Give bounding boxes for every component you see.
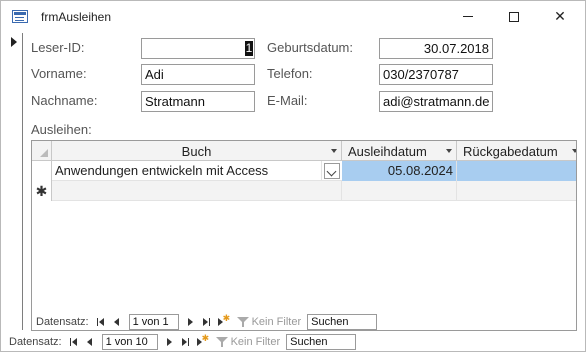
subform-record-counter[interactable]: 1 von 1 (128, 314, 179, 330)
row-selector[interactable] (32, 161, 52, 181)
column-header-buch[interactable]: Buch (52, 141, 342, 161)
new-record-button-icon[interactable] (217, 313, 230, 329)
subform-nav-label: Datensatz: (36, 316, 89, 328)
main-navigation-bar: Datensatz: 1 von 10 Kein Filter Suchen (9, 333, 357, 351)
leser-id-label: Leser-ID: (31, 40, 85, 55)
vorname-label: Vorname: (31, 66, 87, 81)
geburtsdatum-field[interactable]: 30.07.2018 (379, 38, 493, 59)
main-filter-toggle[interactable]: Kein Filter (215, 336, 280, 348)
last-record-icon[interactable] (201, 315, 213, 329)
minimize-icon (463, 16, 473, 17)
form-window: frmAusleihen ✕ Leser-ID: 1 Vorname: Adi … (0, 0, 586, 352)
column-dropdown-icon[interactable] (446, 149, 452, 153)
title-bar: frmAusleihen ✕ (1, 1, 585, 32)
vorname-field[interactable]: Adi (141, 64, 255, 85)
leser-id-field[interactable]: 1 (141, 38, 255, 59)
last-record-icon[interactable] (180, 335, 192, 349)
minimize-button[interactable] (445, 1, 491, 32)
geburtsdatum-label: Geburtsdatum: (267, 40, 353, 55)
subform-filter-toggle[interactable]: Kein Filter (236, 316, 301, 328)
subform-search-input[interactable]: Suchen (307, 314, 378, 330)
main-search-input[interactable]: Suchen (286, 334, 357, 350)
new-ausleihdatum-cell[interactable] (342, 181, 457, 201)
maximize-button[interactable] (491, 1, 537, 32)
current-record-arrow-icon (11, 37, 17, 47)
new-record-button-icon[interactable] (196, 333, 209, 349)
column-dropdown-icon[interactable] (572, 149, 576, 153)
record-selector[interactable] (5, 33, 23, 330)
previous-record-icon[interactable] (111, 315, 123, 329)
window-title: frmAusleihen (41, 10, 112, 24)
maximize-icon (509, 11, 519, 22)
select-all-corner[interactable] (32, 141, 52, 161)
filter-icon (215, 336, 228, 348)
first-record-icon[interactable] (68, 335, 80, 349)
datasheet-header: Buch Ausleihdatum Rückgabedatum (32, 141, 576, 161)
next-record-icon[interactable] (185, 315, 197, 329)
email-label: E-Mail: (267, 93, 308, 108)
close-button[interactable]: ✕ (537, 1, 583, 32)
filter-icon (236, 316, 249, 328)
new-record-icon: ✱ (32, 181, 52, 201)
column-header-rueckgabedatum[interactable]: Rückgabedatum (457, 141, 576, 161)
buch-cell[interactable]: Anwendungen entwickeln mit Access (52, 161, 322, 181)
telefon-field[interactable]: 030/2370787 (379, 64, 493, 85)
column-header-ausleihdatum[interactable]: Ausleihdatum (342, 141, 457, 161)
column-dropdown-icon[interactable] (331, 149, 337, 153)
nachname-label: Nachname: (31, 93, 98, 108)
new-record-row[interactable]: ✱ (32, 181, 576, 201)
ausleihdatum-cell[interactable]: 05.08.2024 (342, 161, 457, 181)
form-icon (12, 10, 28, 23)
ausleihen-label: Ausleihen: (31, 122, 92, 137)
main-record-counter[interactable]: 1 von 10 (101, 334, 158, 350)
email-field[interactable]: adi@stratmann.de (379, 91, 493, 112)
main-nav-label: Datensatz: (9, 336, 62, 348)
table-row[interactable]: Anwendungen entwickeln mit Access 05.08.… (32, 161, 576, 181)
close-icon: ✕ (554, 8, 566, 25)
rueckgabedatum-cell[interactable] (457, 161, 576, 181)
subform-navigation-bar: Datensatz: 1 von 1 Kein Filter Suchen (36, 313, 378, 330)
telefon-label: Telefon: (267, 66, 313, 81)
ausleihen-subform: Buch Ausleihdatum Rückgabedatum Anwendun… (31, 140, 577, 331)
previous-record-icon[interactable] (84, 335, 96, 349)
leser-id-value: 1 (245, 41, 253, 56)
next-record-icon[interactable] (164, 335, 176, 349)
nachname-field[interactable]: Stratmann (141, 91, 255, 112)
new-rueckgabedatum-cell[interactable] (457, 181, 576, 201)
buch-combo-dropdown-icon[interactable] (324, 163, 340, 179)
new-buch-cell[interactable] (52, 181, 342, 201)
first-record-icon[interactable] (95, 315, 107, 329)
